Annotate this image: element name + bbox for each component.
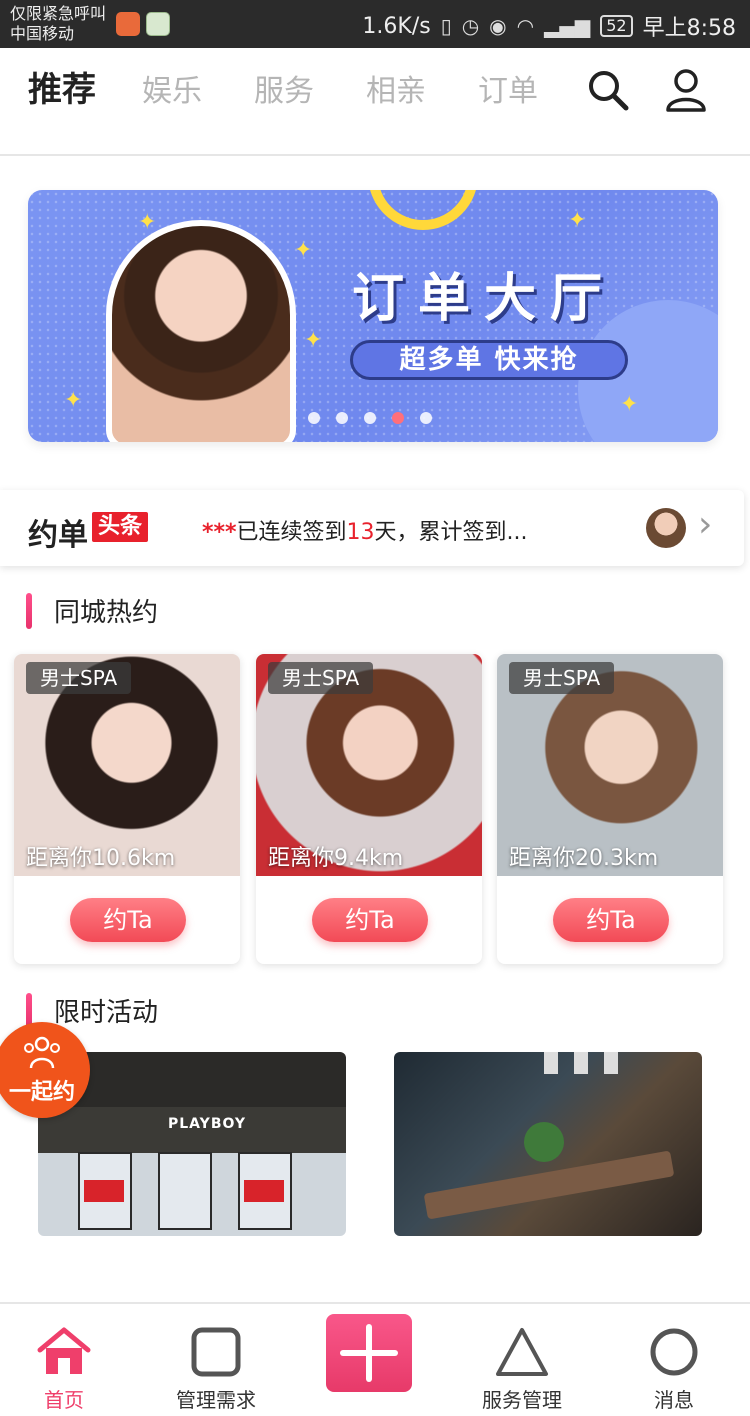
distance-label: 距离你20.3km xyxy=(509,846,659,871)
heart-app-icon xyxy=(116,12,140,36)
headline-text: ***已连续签到13天，累计签到... xyxy=(202,514,528,546)
banner-subtitle: 超多单 快来抢 xyxy=(350,340,628,380)
section-nearby-header: 同城热约 xyxy=(26,592,158,629)
nav-home[interactable]: 首页 xyxy=(4,1304,124,1416)
home-icon xyxy=(37,1327,91,1374)
sale-sign xyxy=(84,1180,124,1202)
category-tabs: 推荐 娱乐 服务 相亲 订单 xyxy=(28,68,590,114)
banner-model-image xyxy=(106,220,296,442)
distance-label: 距离你10.6km xyxy=(26,846,176,871)
sparkle-icon: ✦ xyxy=(568,208,587,233)
banner-dot[interactable] xyxy=(420,412,432,424)
store-window xyxy=(158,1152,212,1230)
home-app-icon xyxy=(146,12,170,36)
nav-messages[interactable]: 消息 xyxy=(614,1304,734,1416)
nearby-card[interactable]: 男士SPA 距离你10.6km 约Ta xyxy=(14,654,240,964)
group-people-icon xyxy=(24,1036,60,1069)
tab-dating[interactable]: 相亲 xyxy=(366,70,426,114)
banner-dot[interactable] xyxy=(364,412,376,424)
section-activities-title: 限时活动 xyxy=(54,998,159,1028)
clock: 早上8:58 xyxy=(642,16,736,41)
tab-orders[interactable]: 订单 xyxy=(478,70,538,114)
notification-icons xyxy=(116,12,170,36)
battery-icon: 52 xyxy=(600,15,633,37)
headline-ticker[interactable]: 约单 头条 ***已连续签到13天，累计签到... › xyxy=(0,490,744,566)
add-button[interactable] xyxy=(326,1314,412,1392)
section-accent-bar xyxy=(26,592,32,629)
triangle-icon xyxy=(496,1328,548,1376)
sparkle-icon: ✦ xyxy=(620,392,639,417)
headline-days: 13 xyxy=(346,520,375,545)
nav-service-management-label: 服务管理 xyxy=(482,1388,562,1412)
headline-logo: 约单 xyxy=(28,518,88,553)
banner-dot-active[interactable] xyxy=(392,412,404,424)
user-icon[interactable] xyxy=(662,66,710,114)
banner-dot[interactable] xyxy=(336,412,348,424)
date-button[interactable]: 约Ta xyxy=(312,898,428,942)
date-button[interactable]: 约Ta xyxy=(70,898,186,942)
nearby-card[interactable]: 男士SPA 距离你20.3km 约Ta xyxy=(497,654,723,964)
sparkle-icon: ✦ xyxy=(304,328,323,353)
app-screen: 仅限紧急呼叫 中国移动 1.6K/s ▯ ◷ ◉ ◠ ▂▄▆ 52 早上8:58… xyxy=(0,0,750,1416)
sparkle-icon: ✦ xyxy=(138,210,157,235)
section-nearby-title: 同城热约 xyxy=(54,598,159,628)
activity-card-lounge[interactable] xyxy=(394,1052,702,1236)
headline-masked-user: *** xyxy=(202,520,237,545)
sparkle-icon: ✦ xyxy=(64,388,83,413)
net-speed: 1.6K/s xyxy=(362,13,431,39)
banner-dot[interactable] xyxy=(308,412,320,424)
status-bar: 仅限紧急呼叫 中国移动 1.6K/s ▯ ◷ ◉ ◠ ▂▄▆ 52 早上8:58 xyxy=(0,0,750,48)
plant-decoration xyxy=(524,1122,564,1162)
service-tag: 男士SPA xyxy=(509,662,615,694)
tab-recommend[interactable]: 推荐 xyxy=(28,68,96,112)
sparkle-icon: ✦ xyxy=(294,238,313,263)
nav-manage-requests-label: 管理需求 xyxy=(176,1388,256,1412)
tab-services[interactable]: 服务 xyxy=(254,70,314,114)
eye-icon: ◉ xyxy=(489,14,507,38)
banner-page-indicators xyxy=(308,412,432,424)
square-icon xyxy=(191,1327,241,1377)
nav-home-label: 首页 xyxy=(44,1388,84,1412)
headline-text-after: 天，累计签到... xyxy=(374,520,528,545)
group-date-label: 一起约 xyxy=(8,1080,75,1105)
status-indicators: 1.6K/s ▯ ◷ ◉ ◠ ▂▄▆ 52 早上8:58 xyxy=(362,10,736,42)
banner-title: 订单大厅 xyxy=(352,269,617,329)
headline-text-before: 已连续签到 xyxy=(236,520,347,545)
service-tag: 男士SPA xyxy=(268,662,374,694)
carrier-info: 仅限紧急呼叫 中国移动 xyxy=(10,4,106,44)
avatar xyxy=(646,508,686,548)
wifi-icon: ◠ xyxy=(516,14,535,38)
carrier-emergency-text: 仅限紧急呼叫 xyxy=(10,4,107,23)
nearby-card[interactable]: 男士SPA 距离你9.4km 约Ta xyxy=(256,654,482,964)
banner-carousel[interactable]: ✦ ✦ ✦ ✦ ✦ ✦ 订单大厅 超多单 快来抢 xyxy=(28,190,718,442)
group-date-button[interactable]: 一起约 xyxy=(0,1022,90,1118)
date-button[interactable]: 约Ta xyxy=(553,898,669,942)
lamp-decoration xyxy=(604,1052,618,1074)
search-icon[interactable] xyxy=(584,66,632,114)
tab-entertainment[interactable]: 娱乐 xyxy=(142,70,202,114)
lamp-decoration xyxy=(574,1052,588,1074)
nav-service-management[interactable]: 服务管理 xyxy=(462,1304,582,1416)
top-nav: 推荐 娱乐 服务 相亲 订单 xyxy=(0,48,750,156)
store-sign: PLAYBOY xyxy=(168,1116,247,1132)
chevron-right-icon[interactable]: › xyxy=(698,504,712,545)
carrier-name: 中国移动 xyxy=(10,24,75,43)
vibrate-icon: ▯ xyxy=(440,14,452,38)
lamp-decoration xyxy=(544,1052,558,1074)
circle-icon xyxy=(650,1328,698,1376)
distance-label: 距离你9.4km xyxy=(268,846,404,871)
bottom-nav: 首页 管理需求 服务管理 消息 xyxy=(0,1302,750,1416)
plus-icon xyxy=(340,1324,398,1382)
nav-manage-requests[interactable]: 管理需求 xyxy=(156,1304,276,1416)
service-tag: 男士SPA xyxy=(26,662,132,694)
sale-sign xyxy=(244,1180,284,1202)
alarm-icon: ◷ xyxy=(461,14,480,38)
signal-icon: ▂▄▆ xyxy=(544,14,591,38)
headline-badge: 头条 xyxy=(92,512,149,542)
nav-messages-label: 消息 xyxy=(654,1388,694,1412)
